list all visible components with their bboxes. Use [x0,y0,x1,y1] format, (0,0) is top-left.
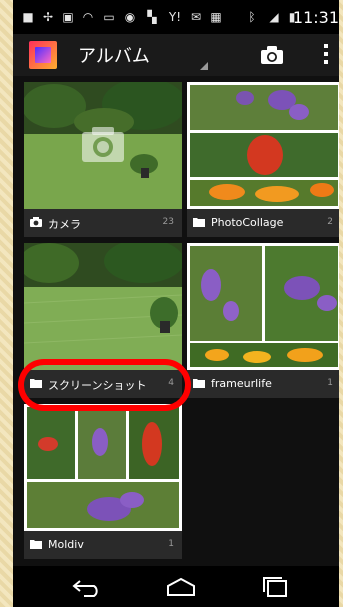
calendar-icon: ▦ [210,10,222,24]
folder-icon [193,218,205,227]
collage-thumbnail-image [187,243,339,370]
album-label: PhotoCollage [211,216,284,229]
notification-icon: ■ [22,10,34,24]
action-bar: アルバム [13,34,339,76]
back-icon [72,580,98,597]
album-count: 1 [327,378,333,388]
app-icon[interactable] [29,41,57,69]
garden-thumbnail-image [24,243,182,370]
camera-button[interactable] [257,41,287,69]
game-icon: ◉ [124,10,136,24]
yahoo-icon: Y! [165,10,185,24]
status-bar: ■ ✢ ▣ ◠ ▭ ◉ ▚ Y! ✉ ▦ ᛒ ◢ ▮ 11:31 [13,0,339,34]
album-screenshots[interactable]: スクリーンショット 4 [24,243,182,398]
album-label: frameurlife [211,377,272,390]
overflow-menu-button[interactable] [318,39,334,69]
album-count: 23 [162,217,174,227]
album-thumbnail [187,82,339,209]
overflow-menu-icon [324,44,328,64]
album-caption: frameurlife 1 [187,370,339,398]
album-thumbnail [24,243,182,370]
bluetooth-icon: ᛒ [248,10,256,24]
album-thumbnail [24,82,182,209]
camera-icon [30,217,42,227]
album-count: 1 [168,539,174,549]
cutlery-icon: ✢ [42,10,54,24]
folder-icon [30,379,42,388]
back-button[interactable] [67,574,107,600]
dropdown-indicator-icon [200,62,208,70]
album-label: カメラ [48,218,81,231]
folder-icon [30,540,42,549]
garden-thumbnail-image [24,82,182,209]
album-count: 2 [327,217,333,227]
phone-screen: ■ ✢ ▣ ◠ ▭ ◉ ▚ Y! ✉ ▦ ᛒ ◢ ▮ 11:31 アルバム カメ… [13,0,339,607]
recent-apps-icon [263,577,287,597]
album-grid: カメラ 23 PhotoCollage 2 スクリーンショット 4 frameu… [13,76,339,566]
collage-thumbnail-image [187,82,339,209]
camera-icon [261,46,283,64]
signal-icon: ◢ [269,10,279,24]
folder-icon [193,379,205,388]
album-count: 4 [168,378,174,388]
album-label: スクリーンショット [48,379,147,392]
wifi-icon: ◠ [82,10,94,24]
yahoo-text: Y! [168,10,182,24]
album-label: Moldiv [48,538,84,551]
album-photocollage[interactable]: PhotoCollage 2 [187,82,339,237]
album-camera[interactable]: カメラ 23 [24,82,182,237]
album-moldiv[interactable]: Moldiv 1 [24,404,182,559]
album-caption: PhotoCollage 2 [187,209,339,237]
photo-icon: ▣ [62,10,74,24]
mail-icon: ✉ [190,10,202,24]
clock: 11:31 [292,8,339,27]
flash-icon: ▚ [147,10,157,24]
album-caption: スクリーンショット 4 [24,370,182,398]
collage-thumbnail-image [24,404,182,531]
screen-icon: ▭ [103,10,115,24]
album-caption: Moldiv 1 [24,531,182,559]
album-thumbnail [24,404,182,531]
page-title[interactable]: アルバム [78,42,150,68]
recent-apps-button[interactable] [255,574,295,600]
album-frameurlife[interactable]: frameurlife 1 [187,243,339,398]
album-caption: カメラ 23 [24,209,182,237]
home-button[interactable] [161,574,201,600]
album-thumbnail [187,243,339,370]
home-icon [167,577,195,596]
navigation-bar [13,566,339,607]
